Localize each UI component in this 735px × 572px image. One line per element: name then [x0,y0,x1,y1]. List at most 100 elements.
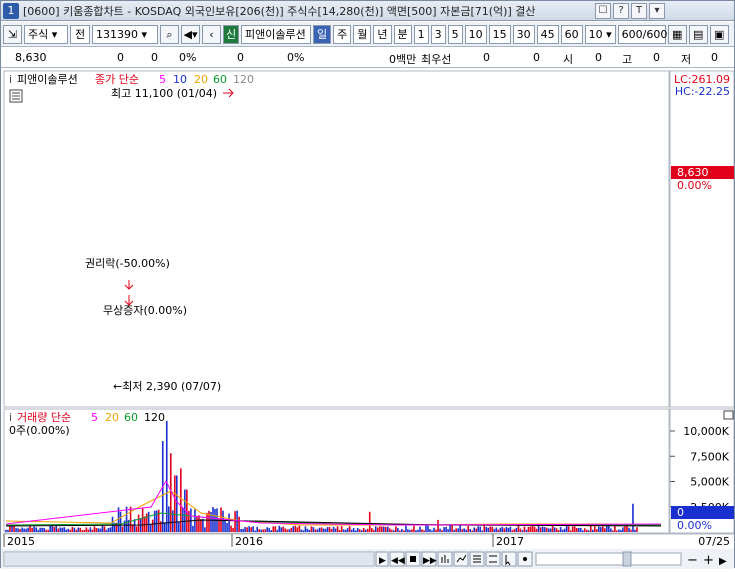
period-1[interactable]: 1 [413,24,429,44]
search-icon[interactable]: ⌕ [160,24,179,44]
volume-bar [469,529,471,532]
volume-bar [63,527,66,532]
volume-bar [423,530,425,532]
volume-bar [294,525,297,532]
volume-bar [334,528,337,532]
prev-icon[interactable]: ‹ [202,24,221,44]
volume-bar [405,525,407,532]
volume-bar [252,526,254,532]
volume-bar [232,527,234,532]
scroll-end-icon[interactable]: ▶ [719,556,727,567]
volume-bar [598,526,600,532]
period-60[interactable]: 60 [560,24,583,44]
volume-panel-collapse-icon[interactable] [723,410,734,420]
volume-bar [495,527,498,532]
period-3[interactable]: 3 [430,24,446,44]
volume-bar [87,529,90,532]
grid-icon[interactable]: ▦ [667,24,687,44]
volume-bar [348,526,351,532]
volume-title: 거래량 단순 [17,411,71,424]
volume-marker-icon: ⅰ [9,411,12,424]
title-bar: 1 [0600] 키움종합차트 - KOSDAQ 외국인보유[206(천)] 주… [1,1,734,21]
list-view-button[interactable] [485,551,501,567]
save-icon[interactable]: ▣ [709,24,729,44]
volume-bar [256,526,258,532]
expand-icon[interactable]: ⇲ [3,24,22,44]
period-5[interactable]: 5 [447,24,463,44]
period-custom[interactable]: 10 ▾ [584,24,616,44]
period-minute[interactable]: 분 [393,24,412,44]
window-number: 1 [3,2,19,19]
volume-bar [581,530,584,532]
quote-high: 0 [653,51,660,64]
volume-bar [79,527,82,532]
volume-bar [310,526,313,532]
quote-diff: 0 [151,51,158,64]
volume-bar [511,530,514,532]
quote-low-label: 저 [681,53,692,66]
volume-bar [366,528,369,532]
scroll-thumb[interactable] [5,553,373,565]
period-15[interactable]: 15 [488,24,511,44]
volume-bar [330,528,333,532]
ma-10-label: 10 [173,73,187,86]
zoom-track[interactable] [535,552,682,566]
volume-bar [202,518,204,532]
zoom-slider-handle[interactable] [622,551,632,567]
text-button[interactable]: T [631,2,647,19]
count-field[interactable]: 600/600 [617,24,667,44]
volume-bar [555,528,558,532]
volume-bar [529,526,532,532]
volume-bar [370,528,373,532]
type-select[interactable]: 주식 ▾ [24,24,68,44]
period-week[interactable]: 주 [333,24,352,44]
volume-bar [545,527,548,532]
volume-bar [145,513,148,532]
volume-bar [91,529,94,532]
period-year[interactable]: 년 [373,24,392,44]
chart-area[interactable]: ⅰ 피앤이솔루션 종가 단순 5 10 20 60 120 LC:261.09 … [1,69,735,569]
current-price: 8,630 [677,166,709,179]
volume-bar [608,525,610,532]
volume-bar [326,527,329,532]
volume-bar [298,525,301,532]
volume-bar [302,530,305,532]
volume-bar [475,528,478,532]
period-45[interactable]: 45 [536,24,559,44]
period-30[interactable]: 30 [512,24,535,44]
volume-bar [137,514,140,532]
volume-bar [573,526,576,532]
period-day[interactable]: 일 [313,24,332,44]
volume-bar [153,510,156,532]
volume-bar [21,527,23,532]
code-input[interactable]: 131390 ▾ [92,24,158,44]
volume-bar [606,525,608,532]
speaker-icon[interactable]: ◀▾ [181,24,200,44]
volume-bar [471,530,474,532]
stock-chart[interactable]: ⅰ 피앤이솔루션 종가 단순 5 10 20 60 120 LC:261.09 … [1,69,735,569]
volume-bar [200,519,202,532]
volume-bar [525,529,528,532]
quote-change: 0 [117,51,124,64]
restore-button[interactable]: ☐ [595,2,611,19]
panel-marker-icon: ⅰ [9,73,12,86]
volume-bar [258,529,260,532]
dropdown-button[interactable]: ▾ [649,2,665,19]
period-10[interactable]: 10 [464,24,487,44]
x-last-date: 07/25 [698,535,730,548]
jeon-button[interactable]: 전 [70,24,90,44]
print-icon[interactable]: ▤ [688,24,708,44]
volume-bar [180,468,182,532]
sin-button[interactable]: 신 [223,24,239,44]
period-month[interactable]: 월 [353,24,372,44]
help-button[interactable]: ? [613,2,629,19]
volume-bar [616,530,618,532]
volume-bar [163,522,166,532]
zoom-out-icon[interactable]: − [687,553,698,568]
toolbar: ⇲ 주식 ▾ 전 131390 ▾ ⌕ ◀▾ ‹ 신 피앤이솔루션 일 주 월 … [1,22,734,47]
volume-bar [620,529,622,532]
volume-y-label: 10,000K [683,425,729,438]
volume-bar [55,526,58,532]
zoom-in-icon[interactable]: + [703,553,714,568]
volume-bar [374,526,377,532]
